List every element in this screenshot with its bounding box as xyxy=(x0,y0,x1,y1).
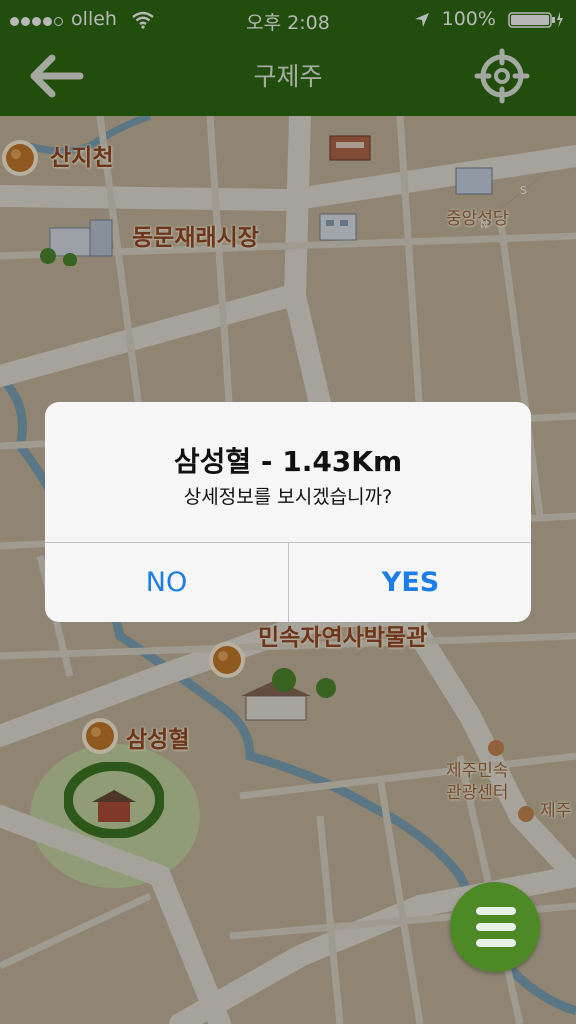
no-button[interactable]: NO xyxy=(45,543,288,622)
yes-button[interactable]: YES xyxy=(289,543,531,622)
alert-message: 상세정보를 보시겠습니까? xyxy=(183,486,393,508)
alert-dialog: 삼성혈 - 1.43Km 상세정보를 보시겠습니까? NO YES xyxy=(45,402,531,622)
alert-title: 삼성혈 - 1.43Km xyxy=(173,445,403,478)
menu-button[interactable] xyxy=(450,882,540,972)
